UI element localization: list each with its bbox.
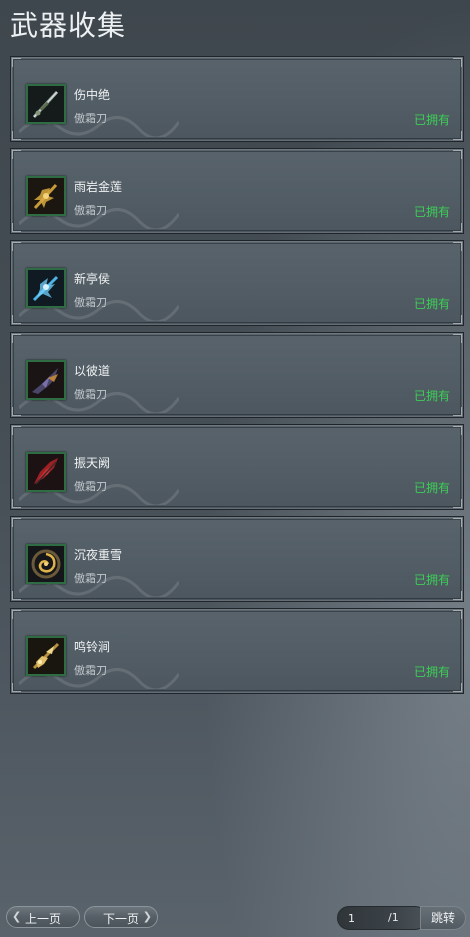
prev-page-label: 上一页 bbox=[24, 912, 61, 926]
page-number-box: /1 bbox=[337, 906, 427, 930]
ice-blade-icon bbox=[26, 268, 66, 308]
prev-page-button[interactable]: ❮ 上一页 bbox=[6, 906, 80, 928]
owned-status: 已拥有 bbox=[413, 481, 450, 495]
owned-status: 已拥有 bbox=[413, 573, 450, 587]
weapon-card[interactable]: 沉夜重雪 傲霜刀 已拥有 bbox=[10, 516, 464, 602]
weapon-type: 傲霜刀 bbox=[74, 112, 107, 125]
weapon-type: 傲霜刀 bbox=[74, 572, 107, 585]
weapon-name: 振天阙 bbox=[74, 456, 111, 470]
owned-status: 已拥有 bbox=[413, 113, 450, 127]
weapon-card[interactable]: 振天阙 傲霜刀 已拥有 bbox=[10, 424, 464, 510]
jump-button[interactable]: 跳转 bbox=[420, 906, 466, 930]
weapon-name: 沉夜重雪 bbox=[74, 548, 123, 562]
weapon-name: 新亭侯 bbox=[74, 272, 111, 286]
weapon-card[interactable]: 雨岩金莲 傲霜刀 已拥有 bbox=[10, 148, 464, 234]
weapon-name: 以彼道 bbox=[74, 364, 111, 378]
weapon-type: 傲霜刀 bbox=[74, 664, 107, 677]
page-number-input[interactable] bbox=[340, 909, 384, 927]
page-total: /1 bbox=[388, 911, 399, 924]
weapon-name: 鸣铃涧 bbox=[74, 640, 111, 654]
sword-icon bbox=[26, 84, 66, 124]
chevron-right-icon: ❯ bbox=[142, 910, 152, 923]
dark-blade-icon bbox=[26, 360, 66, 400]
weapon-name: 雨岩金莲 bbox=[74, 180, 123, 194]
owned-status: 已拥有 bbox=[413, 665, 450, 679]
weapon-card[interactable]: 新亭侯 傲霜刀 已拥有 bbox=[10, 240, 464, 326]
weapon-card[interactable]: 鸣铃涧 傲霜刀 已拥有 bbox=[10, 608, 464, 694]
weapon-card[interactable]: 伤中绝 傲霜刀 已拥有 bbox=[10, 56, 464, 142]
weapon-type: 傲霜刀 bbox=[74, 296, 107, 309]
owned-status: 已拥有 bbox=[413, 297, 450, 311]
weapon-type: 傲霜刀 bbox=[74, 480, 107, 493]
weapon-type: 傲霜刀 bbox=[74, 204, 107, 217]
golden-blade-icon bbox=[26, 636, 66, 676]
weapon-list: 伤中绝 傲霜刀 已拥有 雨岩金莲 傲霜刀 已拥有 新亭侯 傲霜刀 已拥有 以彼道… bbox=[10, 56, 464, 700]
crimson-blade-icon bbox=[26, 452, 66, 492]
weapon-name: 伤中绝 bbox=[74, 88, 111, 102]
owned-status: 已拥有 bbox=[413, 205, 450, 219]
vortex-ring-icon bbox=[26, 544, 66, 584]
weapon-card[interactable]: 以彼道 傲霜刀 已拥有 bbox=[10, 332, 464, 418]
golden-lotus-blade-icon bbox=[26, 176, 66, 216]
page-title: 武器收集 bbox=[10, 9, 127, 42]
owned-status: 已拥有 bbox=[413, 389, 450, 403]
weapon-type: 傲霜刀 bbox=[74, 388, 107, 401]
next-page-button[interactable]: 下一页 ❯ bbox=[84, 906, 158, 928]
